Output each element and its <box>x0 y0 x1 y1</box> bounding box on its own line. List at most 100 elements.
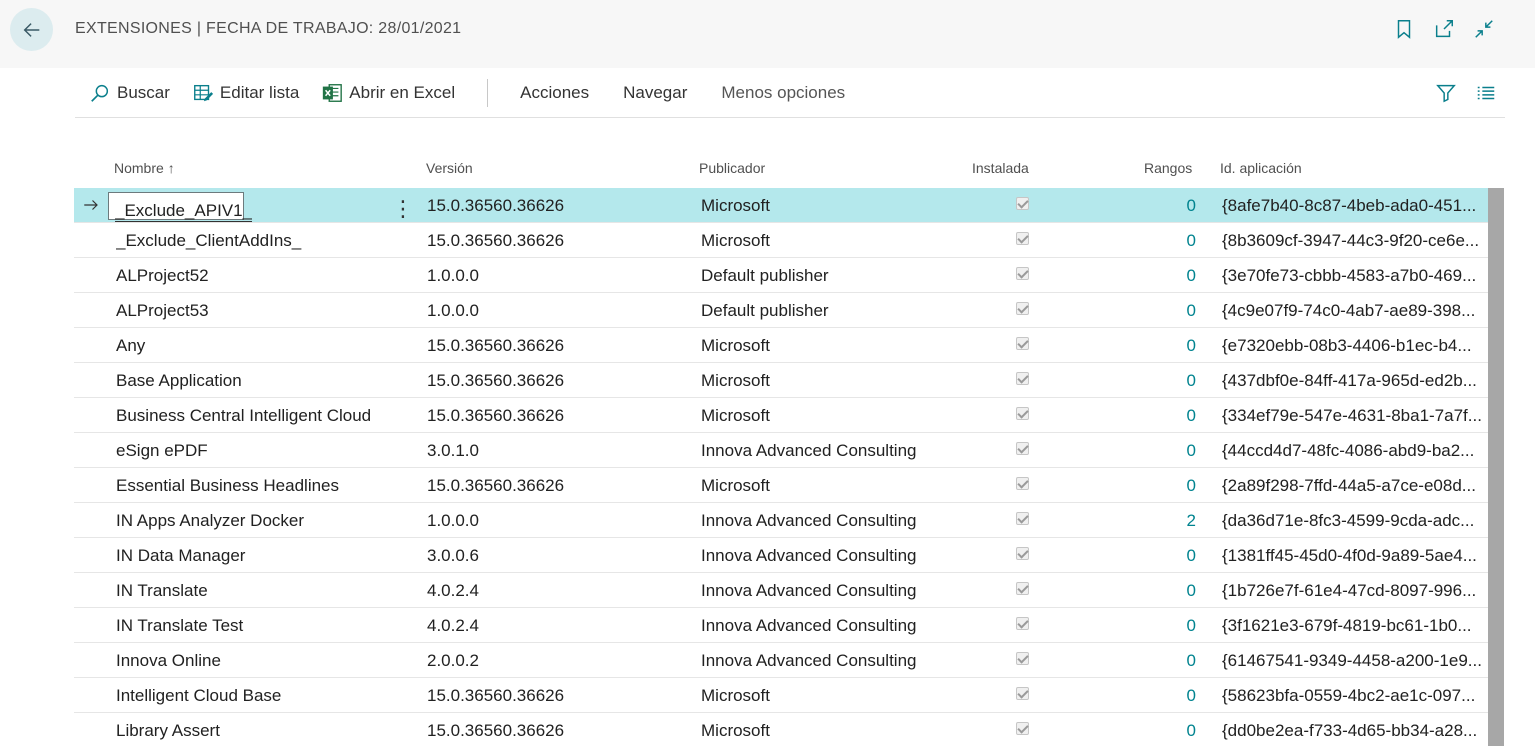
column-header-ranges[interactable]: Rangos <box>1144 160 1192 176</box>
name-cell[interactable]: Innova Online <box>116 651 406 671</box>
ranges-cell[interactable]: 0 <box>1124 686 1196 706</box>
table-row[interactable]: IN Translate 4.0.2.4 Innova Advanced Consu… <box>74 573 1488 608</box>
table-row[interactable]: ALProject52 1.0.0.0 Default publisher 0 {3e7… <box>74 258 1488 293</box>
name-cell[interactable]: eSign ePDF <box>116 441 406 461</box>
column-header-publisher[interactable]: Publicador <box>699 160 765 176</box>
version-cell: 15.0.36560.36626 <box>427 196 565 215</box>
version-cell: 15.0.36560.36626 <box>427 406 565 425</box>
edit-list-button[interactable]: Editar lista <box>192 82 299 104</box>
app-id-cell: {61467541-9349-4458-a200-1e9... <box>1222 651 1482 670</box>
ranges-cell[interactable]: 0 <box>1124 651 1196 671</box>
ranges-cell[interactable]: 0 <box>1124 476 1196 496</box>
table-row[interactable]: Essential Business Headlines 15.0.36560.3… <box>74 468 1488 503</box>
publisher-cell: Microsoft <box>701 336 770 355</box>
name-cell[interactable]: IN Apps Analyzer Docker <box>116 511 406 531</box>
publisher-cell: Default publisher <box>701 266 829 285</box>
ranges-cell[interactable]: 0 <box>1124 616 1196 636</box>
less-options-button[interactable]: Menos opciones <box>721 83 845 103</box>
name-cell-input[interactable]: _Exclude_APIV1_ <box>108 192 253 222</box>
table-row[interactable]: Library Assert 15.0.36560.36626 Microsoft 0… <box>74 713 1488 746</box>
navigate-menu[interactable]: Navegar <box>623 83 687 103</box>
publisher-cell: Microsoft <box>701 371 770 390</box>
column-header-version[interactable]: Versión <box>426 160 473 176</box>
installed-checkbox <box>1016 232 1030 246</box>
vertical-scrollbar[interactable] <box>1488 188 1504 746</box>
table-row[interactable]: ALProject53 1.0.0.0 Default publisher 0 {4c9… <box>74 293 1488 328</box>
open-excel-button[interactable]: Abrir en Excel <box>321 82 455 104</box>
name-cell[interactable]: ALProject53 <box>116 301 406 321</box>
check-icon <box>1016 232 1029 245</box>
publisher-cell: Innova Advanced Consulting <box>701 511 917 530</box>
table-row[interactable]: Innova Online 2.0.0.2 Innova Advanced Cons… <box>74 643 1488 678</box>
name-cell[interactable]: IN Translate <box>116 581 406 601</box>
name-cell[interactable]: _Exclude_ClientAddIns_ <box>116 231 406 251</box>
name-cell[interactable]: ALProject52 <box>116 266 406 286</box>
name-cell[interactable]: Intelligent Cloud Base <box>116 686 406 706</box>
app-id-cell: {e7320ebb-08b3-4406-b1ec-b4... <box>1222 336 1472 355</box>
installed-checkbox <box>1016 302 1030 316</box>
publisher-cell: Innova Advanced Consulting <box>701 441 917 460</box>
publisher-cell: Innova Advanced Consulting <box>701 581 917 600</box>
publisher-cell: Microsoft <box>701 476 770 495</box>
ranges-cell[interactable]: 0 <box>1124 546 1196 566</box>
column-header-app-id[interactable]: Id. aplicación <box>1220 160 1302 176</box>
ranges-cell[interactable]: 0 <box>1124 301 1196 321</box>
table-row[interactable]: IN Translate Test 4.0.2.4 Innova Advanced … <box>74 608 1488 643</box>
ranges-cell[interactable]: 0 <box>1124 196 1196 216</box>
ranges-cell[interactable]: 2 <box>1124 511 1196 531</box>
name-cell[interactable]: Base Application <box>116 371 406 391</box>
list-view-icon[interactable] <box>1475 82 1497 109</box>
table-row[interactable]: Intelligent Cloud Base 15.0.36560.36626 Mi… <box>74 678 1488 713</box>
table-row[interactable]: eSign ePDF 3.0.1.0 Innova Advanced Consult… <box>74 433 1488 468</box>
installed-checkbox <box>1016 442 1030 456</box>
check-icon <box>1016 582 1029 595</box>
filter-icon[interactable] <box>1435 82 1457 109</box>
name-cell[interactable]: Essential Business Headlines <box>116 476 406 496</box>
version-cell: 15.0.36560.36626 <box>427 721 565 740</box>
name-cell[interactable]: IN Translate Test <box>116 616 406 636</box>
version-cell: 15.0.36560.36626 <box>427 231 565 250</box>
table-row[interactable]: _Exclude_ClientAddIns_ 15.0.36560.36626 Mi… <box>74 223 1488 258</box>
open-excel-label: Abrir en Excel <box>349 82 456 102</box>
back-button[interactable] <box>10 8 53 51</box>
installed-checkbox <box>1016 617 1030 631</box>
table-row[interactable]: Base Application 15.0.36560.36626 Microsof… <box>74 363 1488 398</box>
version-cell: 1.0.0.0 <box>427 266 479 285</box>
actions-menu[interactable]: Acciones <box>520 83 589 103</box>
ranges-cell[interactable]: 0 <box>1124 721 1196 741</box>
ranges-cell[interactable]: 0 <box>1124 441 1196 461</box>
app-id-cell: {437dbf0e-84ff-417a-965d-ed2b... <box>1222 371 1477 390</box>
publisher-cell: Microsoft <box>701 686 770 705</box>
name-cell[interactable]: IN Data Manager <box>116 546 406 566</box>
search-button[interactable]: Buscar <box>89 82 170 104</box>
version-cell: 15.0.36560.36626 <box>427 336 565 355</box>
bookmark-icon[interactable] <box>1393 18 1415 40</box>
table-row[interactable]: Any 15.0.36560.36626 Microsoft 0 {e7320ebb-0… <box>74 328 1488 363</box>
row-actions-icon[interactable]: ⋮ <box>392 196 414 222</box>
ranges-cell[interactable]: 0 <box>1124 336 1196 356</box>
ranges-cell[interactable]: 0 <box>1124 266 1196 286</box>
installed-checkbox <box>1016 267 1030 281</box>
column-header-name[interactable]: Nombre ↑ <box>114 160 175 176</box>
arrow-left-icon <box>23 22 39 37</box>
version-cell: 1.0.0.0 <box>427 511 479 530</box>
app-id-cell: {da36d71e-8fc3-4599-9cda-adc... <box>1222 511 1475 530</box>
check-icon <box>1016 477 1029 490</box>
collapse-icon[interactable] <box>1473 18 1495 40</box>
open-new-window-icon[interactable] <box>1433 18 1455 40</box>
installed-checkbox <box>1016 337 1030 351</box>
ranges-cell[interactable]: 0 <box>1124 231 1196 251</box>
ranges-cell[interactable]: 0 <box>1124 406 1196 426</box>
table-row[interactable]: IN Data Manager 3.0.0.6 Innova Advanced Co… <box>74 538 1488 573</box>
ranges-cell[interactable]: 0 <box>1124 581 1196 601</box>
table-row[interactable]: _Exclude_APIV1_ ⋮ 15.0.36560.36626 Microsof… <box>74 188 1488 223</box>
name-cell[interactable]: Library Assert <box>116 721 406 741</box>
table-row[interactable]: Business Central Intelligent Cloud 15.0.3… <box>74 398 1488 433</box>
excel-icon <box>323 83 343 102</box>
ranges-cell[interactable]: 0 <box>1124 371 1196 391</box>
column-header-installed[interactable]: Instalada <box>972 160 1029 176</box>
name-cell[interactable]: Business Central Intelligent Cloud <box>116 406 406 426</box>
table-row[interactable]: IN Apps Analyzer Docker 1.0.0.0 Innova Adv… <box>74 503 1488 538</box>
name-cell[interactable]: Any <box>116 336 406 356</box>
app-id-cell: {dd0be2ea-f733-4d65-bb34-a28... <box>1222 721 1478 740</box>
